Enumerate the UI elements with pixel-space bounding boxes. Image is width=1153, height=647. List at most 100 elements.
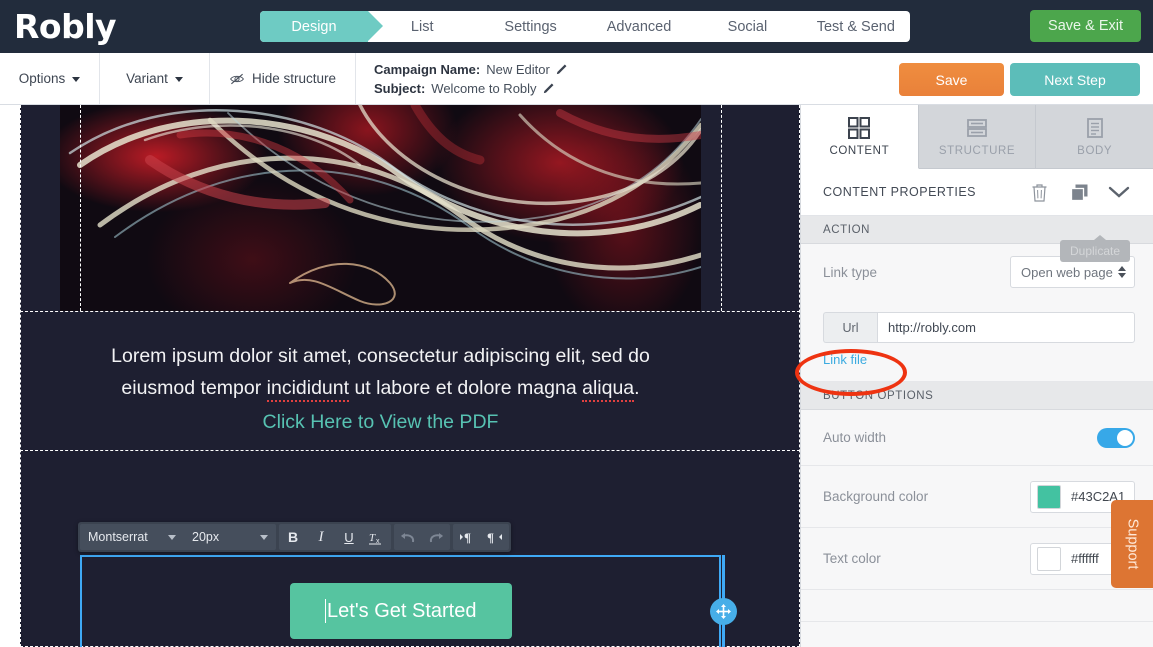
rtl-direction-button[interactable]: ¶ (481, 524, 509, 550)
robly-logo: Robly (14, 7, 117, 46)
cta-button[interactable]: Let's Get Started (289, 583, 512, 639)
rich-text-toolbar: Montserrat 20px B I U T x ¶ ¶ (78, 522, 511, 552)
delete-content-button[interactable] (1019, 183, 1059, 202)
collapse-panel-button[interactable] (1099, 185, 1139, 199)
tab-settings[interactable]: Settings (476, 11, 584, 42)
tab-design[interactable]: Design (260, 11, 383, 42)
panel-tab-content-label: CONTENT (829, 144, 890, 157)
rows-icon (967, 118, 987, 137)
properties-title: CONTENT PROPERTIES (823, 185, 977, 199)
duplicate-icon (1070, 184, 1087, 201)
underline-label: U (344, 529, 354, 545)
ltr-direction-button[interactable]: ¶ (453, 524, 481, 550)
misspelled-word-incididunt: incididunt (266, 377, 350, 402)
paragraph-rtl-icon: ¶ (487, 530, 502, 544)
paragraph-text-a: eiusmod tempor (121, 377, 267, 399)
italic-button[interactable]: I (307, 524, 335, 550)
auto-width-toggle[interactable] (1097, 427, 1135, 448)
chevron-down-icon (168, 534, 176, 540)
variant-menu[interactable]: Variant (100, 53, 210, 104)
campaign-name-value: New Editor (486, 61, 550, 77)
url-input[interactable] (877, 312, 1135, 343)
edit-pencil-icon[interactable] (556, 63, 568, 75)
chevron-down-icon (1108, 186, 1130, 198)
next-step-button[interactable]: Next Step (1010, 63, 1140, 96)
background-color-row: Background color #43C2A1 (801, 466, 1153, 528)
chevron-down-icon (174, 77, 183, 82)
auto-width-label: Auto width (823, 430, 887, 445)
tab-test-and-send[interactable]: Test & Send (802, 11, 910, 42)
svg-text:¶: ¶ (487, 530, 494, 544)
save-button[interactable]: Save (899, 63, 1004, 96)
text-color-swatch[interactable] (1037, 546, 1061, 571)
variant-label: Variant (126, 71, 168, 86)
panel-tab-structure[interactable]: STRUCTURE (918, 105, 1037, 169)
bold-button[interactable]: B (279, 524, 307, 550)
structure-guide-line (721, 105, 722, 311)
misspelled-word-aliqua: aliqua (582, 377, 635, 402)
url-row: Url (823, 312, 1135, 343)
panel-tab-content[interactable]: CONTENT (801, 105, 919, 169)
font-size-select[interactable]: 20px (184, 524, 276, 550)
eye-slash-icon (229, 73, 244, 84)
text-color-row: Text color #ffffff (801, 528, 1153, 590)
structure-row-separator (20, 450, 800, 451)
action-section: Link type Open web page Url Link file (801, 244, 1153, 382)
underline-button[interactable]: U (335, 524, 363, 550)
drag-move-handle[interactable] (710, 598, 737, 625)
auto-width-row: Auto width (801, 410, 1153, 466)
grid-squares-icon (848, 116, 871, 139)
tab-advanced[interactable]: Advanced (585, 11, 693, 42)
undo-arrow-icon (401, 533, 415, 543)
app-root: Robly Design List Settings Advanced Soci… (0, 0, 1153, 647)
tab-list[interactable]: List (368, 11, 476, 42)
panel-tab-body[interactable]: BODY (1036, 105, 1153, 169)
paragraph-line-1: Lorem ipsum dolor sit amet, consectetur … (111, 345, 650, 367)
options-label: Options (18, 71, 66, 86)
duplicate-tooltip: Duplicate (1060, 235, 1131, 262)
link-type-label: Link type (823, 264, 878, 280)
panel-tab-bar: CONTENT STRUCTURE BODY (801, 105, 1153, 169)
select-spinner-icon (1118, 266, 1126, 278)
support-tab[interactable]: Support (1111, 500, 1153, 588)
paragraph-line-2: eiusmod tempor incididunt ut labore et d… (60, 372, 701, 404)
options-menu[interactable]: Options (0, 53, 100, 104)
pdf-link-text[interactable]: Click Here to View the PDF (60, 411, 701, 434)
button-options-section-header: BUTTON OPTIONS (801, 382, 1153, 410)
subject-line: Subject: Welcome to Robly (374, 81, 568, 96)
duplicate-content-button[interactable] (1059, 183, 1099, 202)
svg-text:¶: ¶ (464, 530, 471, 544)
hero-background-image[interactable] (60, 105, 701, 311)
clear-formatting-button[interactable]: T x (363, 524, 391, 550)
text-color-value: #ffffff (1071, 551, 1099, 566)
bold-label: B (287, 529, 299, 545)
panel-tab-structure-label: STRUCTURE (938, 144, 1016, 157)
font-family-select[interactable]: Montserrat (80, 524, 184, 550)
hide-structure-button[interactable]: Hide structure (210, 53, 356, 104)
history-group (394, 524, 450, 550)
paragraph-ltr-icon: ¶ (460, 530, 471, 544)
trash-icon (1032, 183, 1046, 202)
edit-pencil-icon[interactable] (543, 82, 555, 94)
text-content-block[interactable]: Lorem ipsum dolor sit amet, consectetur … (60, 311, 701, 449)
font-size-value: 20px (192, 530, 220, 544)
font-controls-group: Montserrat 20px (80, 524, 276, 550)
paragraph-text-b: ut labore et dolore magna (349, 377, 583, 399)
italic-label: I (318, 528, 324, 545)
subject-value: Welcome to Robly (431, 80, 537, 96)
svg-text:T: T (369, 532, 376, 544)
background-color-swatch[interactable] (1037, 484, 1061, 509)
subject-label: Subject: (374, 80, 426, 96)
tab-social[interactable]: Social (693, 11, 801, 42)
light-trails-artwork (68, 105, 701, 306)
text-color-label: Text color (823, 551, 881, 566)
campaign-name-label: Campaign Name: (374, 61, 481, 77)
save-and-exit-button[interactable]: Save & Exit (1030, 10, 1141, 42)
redo-arrow-icon (429, 533, 443, 543)
button-content-block[interactable]: Let's Get Started (80, 555, 721, 647)
undo-button[interactable] (394, 524, 422, 550)
redo-button[interactable] (422, 524, 450, 550)
hide-structure-label: Hide structure (251, 71, 337, 86)
link-file-link[interactable]: Link file (823, 352, 867, 367)
top-bar: Robly Design List Settings Advanced Soci… (0, 0, 1153, 53)
